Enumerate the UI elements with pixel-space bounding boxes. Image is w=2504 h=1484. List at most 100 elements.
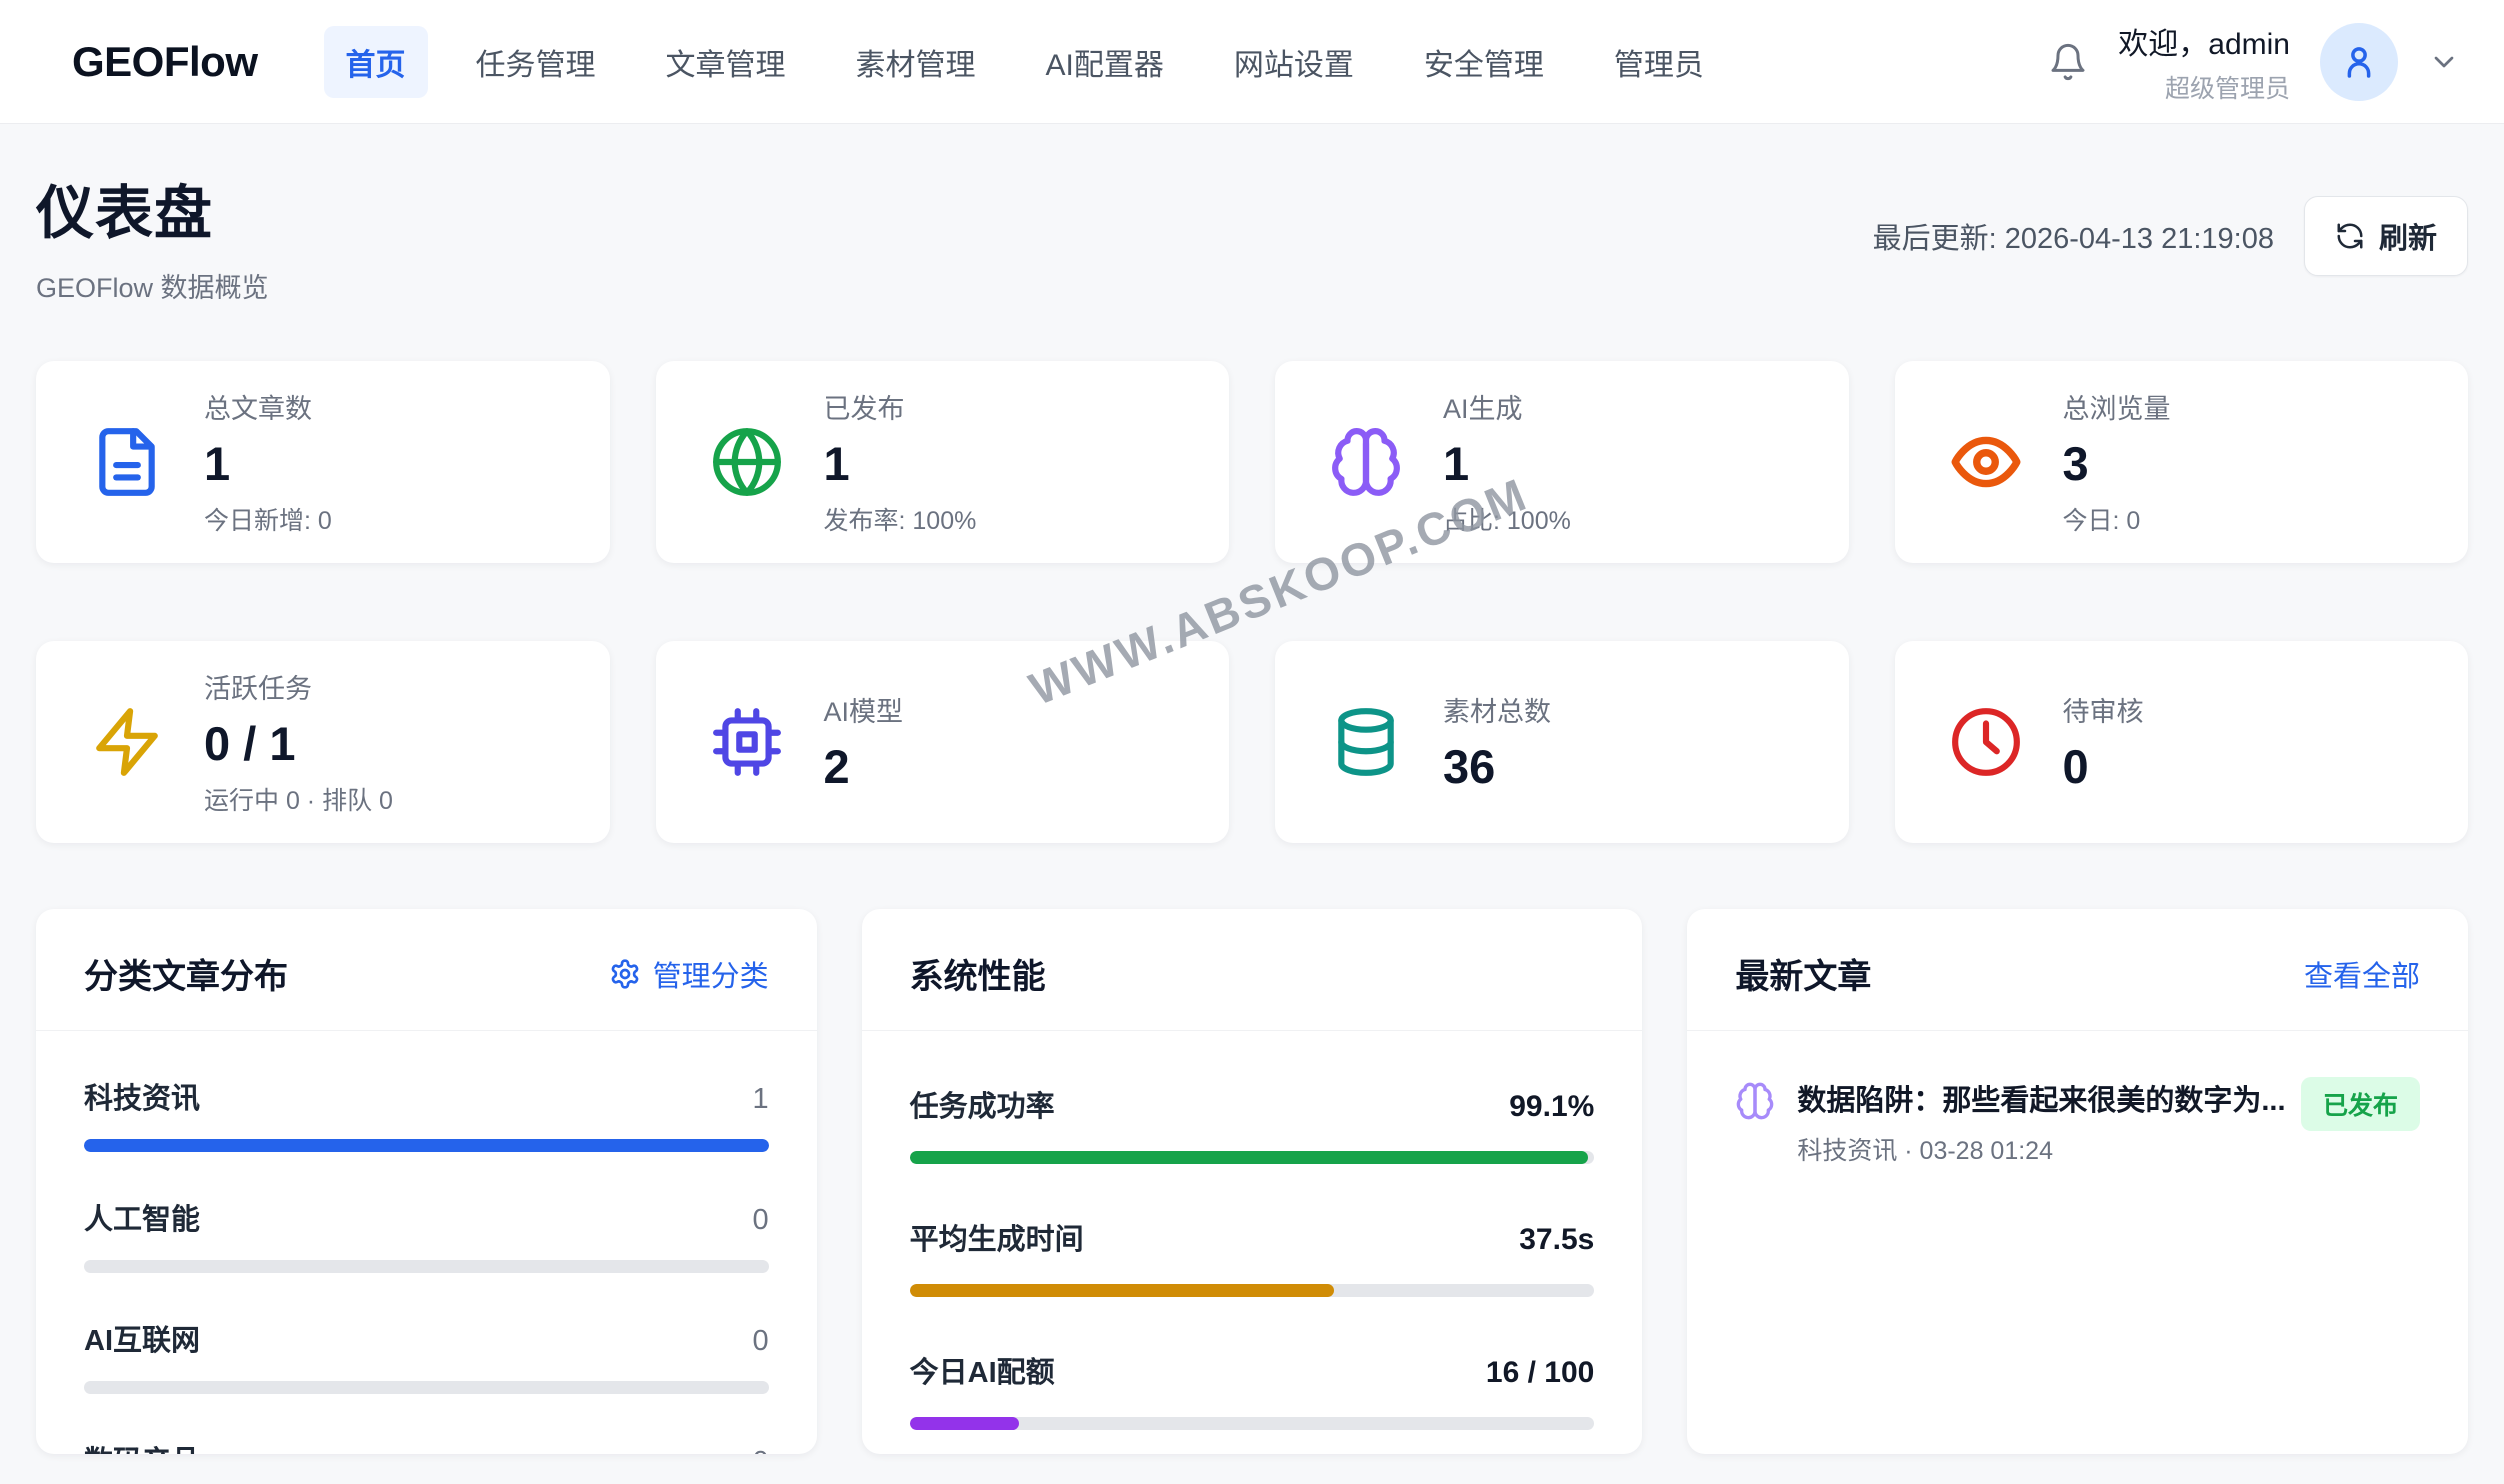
stat-card-total-views: 总浏览量 3 今日: 0	[1895, 361, 2469, 563]
globe-icon	[710, 425, 784, 499]
user-role: 超级管理员	[2118, 69, 2290, 105]
metric-row: 今日AI配额 16 / 100	[910, 1349, 1595, 1430]
stat-value: 2	[824, 739, 904, 794]
category-progress-track	[84, 1381, 769, 1394]
nav-item-tasks[interactable]: 任务管理	[454, 26, 618, 98]
stat-label: AI模型	[824, 690, 904, 729]
metric-progress-fill	[910, 1284, 1334, 1297]
stat-card-active-tasks: 活跃任务 0 / 1 运行中 0 · 排队 0	[36, 641, 610, 843]
category-distribution-panel: 分类文章分布 管理分类 科技资讯 1	[36, 909, 817, 1454]
metric-label: 平均生成时间	[910, 1216, 1084, 1258]
category-name: 数码产品	[84, 1438, 200, 1454]
stat-label: 总浏览量	[2063, 387, 2171, 426]
stat-cards-grid: 总文章数 1 今日新增: 0 已发布 1 发布率: 100%	[36, 361, 2468, 843]
category-count: 1	[753, 1083, 769, 1116]
brand-logo: GEOFlow	[72, 38, 258, 86]
gear-icon	[609, 958, 641, 990]
stat-sub: 占比: 100%	[1443, 501, 1571, 537]
stat-label: 素材总数	[1443, 690, 1551, 729]
stat-label: AI生成	[1443, 387, 1571, 426]
stat-label: 活跃任务	[204, 667, 393, 706]
article-title: 数据陷阱：那些看起来很美的数字为...	[1797, 1077, 2285, 1119]
nav-item-ai-config[interactable]: AI配置器	[1024, 26, 1186, 98]
user-icon	[2338, 41, 2380, 83]
stat-card-total-materials: 素材总数 36	[1275, 641, 1849, 843]
metric-row: 任务成功率 99.1%	[910, 1083, 1595, 1164]
latest-articles-panel: 最新文章 查看全部 数据陷阱：那些看起来很美的数字为... 科技资讯 · 03-…	[1687, 909, 2468, 1454]
welcome-text: 欢迎，admin	[2118, 19, 2290, 63]
category-name: 科技资讯	[84, 1075, 200, 1117]
stat-card-published: 已发布 1 发布率: 100%	[656, 361, 1230, 563]
page-title-block: 仪表盘 GEOFlow 数据概览	[36, 166, 269, 305]
chevron-down-icon[interactable]	[2428, 46, 2460, 78]
nav-item-admin[interactable]: 管理员	[1592, 26, 1726, 98]
nav-item-articles[interactable]: 文章管理	[644, 26, 808, 98]
notification-bell-icon[interactable]	[2048, 42, 2088, 82]
nav-item-security[interactable]: 安全管理	[1402, 26, 1566, 98]
nav-item-site-settings[interactable]: 网站设置	[1212, 26, 1376, 98]
view-all-link[interactable]: 查看全部	[2304, 953, 2420, 995]
stat-value: 0	[2063, 739, 2144, 794]
user-info: 欢迎，admin 超级管理员	[2118, 19, 2290, 105]
metric-progress-track	[910, 1151, 1595, 1164]
stat-value: 1	[204, 436, 332, 491]
stat-value: 1	[824, 436, 977, 491]
panel-title: 分类文章分布	[84, 949, 288, 998]
stat-label: 已发布	[824, 387, 977, 426]
category-progress-fill	[84, 1139, 769, 1152]
page-subtitle: GEOFlow 数据概览	[36, 266, 269, 305]
page-title: 仪表盘	[36, 166, 269, 250]
stat-sub: 今日: 0	[2063, 501, 2171, 537]
last-update-text: 最后更新: 2026-04-13 21:19:08	[1873, 215, 2274, 257]
metric-progress-fill	[910, 1151, 1589, 1164]
article-meta: 科技资讯 · 03-28 01:24	[1797, 1131, 2285, 1167]
eye-icon	[1949, 425, 2023, 499]
stat-label: 待审核	[2063, 690, 2144, 729]
refresh-label: 刷新	[2379, 215, 2437, 257]
stat-value: 1	[1443, 436, 1571, 491]
metric-value: 99.1%	[1509, 1090, 1594, 1124]
article-list-item[interactable]: 数据陷阱：那些看起来很美的数字为... 科技资讯 · 03-28 01:24 已…	[1735, 1075, 2420, 1167]
cpu-icon	[710, 705, 784, 779]
metric-label: 任务成功率	[910, 1083, 1055, 1125]
stat-value: 0 / 1	[204, 716, 393, 771]
stat-value: 36	[1443, 739, 1551, 794]
top-navigation-bar: GEOFlow 首页 任务管理 文章管理 素材管理 AI配置器 网站设置 安全管…	[0, 0, 2504, 124]
main-nav: 首页 任务管理 文章管理 素材管理 AI配置器 网站设置 安全管理 管理员	[324, 26, 1726, 98]
nav-item-home[interactable]: 首页	[324, 26, 428, 98]
status-badge: 已发布	[2301, 1077, 2420, 1131]
metric-progress-track	[910, 1284, 1595, 1297]
stat-sub: 运行中 0 · 排队 0	[204, 781, 393, 817]
category-row: 人工智能 0	[84, 1196, 769, 1273]
avatar[interactable]	[2320, 23, 2398, 101]
category-name: AI互联网	[84, 1317, 200, 1359]
clock-icon	[1949, 705, 2023, 779]
category-row: 科技资讯 1	[84, 1075, 769, 1152]
refresh-button[interactable]: 刷新	[2304, 196, 2468, 276]
database-icon	[1329, 705, 1403, 779]
category-count: 0	[753, 1325, 769, 1358]
refresh-icon	[2335, 221, 2365, 251]
stat-card-pending-review: 待审核 0	[1895, 641, 2469, 843]
metric-progress-track	[910, 1417, 1595, 1430]
panel-title: 最新文章	[1735, 949, 1871, 998]
nav-item-materials[interactable]: 素材管理	[834, 26, 998, 98]
category-name: 人工智能	[84, 1196, 200, 1238]
category-count: 0	[753, 1446, 769, 1454]
zap-icon	[90, 705, 164, 779]
stat-sub: 今日新增: 0	[204, 501, 332, 537]
metric-value: 37.5s	[1519, 1223, 1594, 1257]
panel-title: 系统性能	[910, 949, 1046, 998]
metric-row: 平均生成时间 37.5s	[910, 1216, 1595, 1297]
manage-categories-label: 管理分类	[653, 953, 769, 995]
metric-value: 16 / 100	[1486, 1356, 1594, 1390]
stat-value: 3	[2063, 436, 2171, 491]
bottom-panels: 分类文章分布 管理分类 科技资讯 1	[36, 909, 2468, 1454]
category-row: AI互联网 0	[84, 1317, 769, 1394]
stat-card-ai-generated: AI生成 1 占比: 100%	[1275, 361, 1849, 563]
system-performance-panel: 系统性能 任务成功率 99.1% 平均生成时间 37.5s	[862, 909, 1643, 1454]
stat-card-total-articles: 总文章数 1 今日新增: 0	[36, 361, 610, 563]
manage-categories-link[interactable]: 管理分类	[609, 953, 769, 995]
metric-label: 今日AI配额	[910, 1349, 1055, 1391]
stat-sub: 发布率: 100%	[824, 501, 977, 537]
